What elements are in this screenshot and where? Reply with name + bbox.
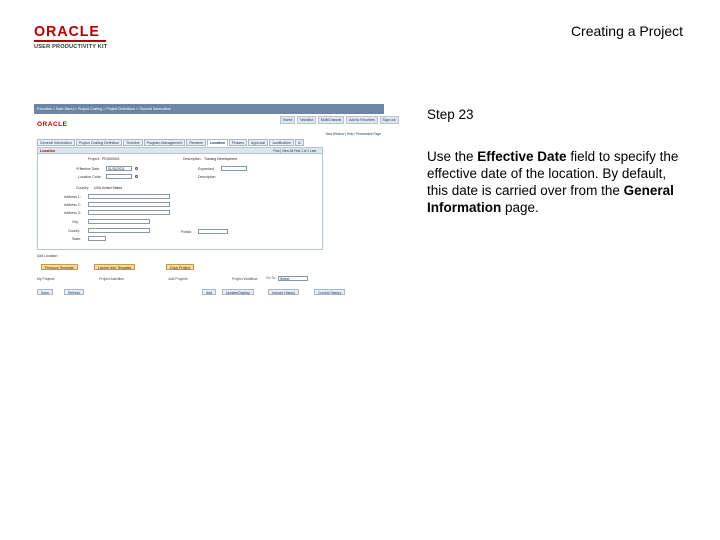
step-text-bold-effective-date: Effective Date [477, 149, 567, 164]
screenshot-tab-location-active: Location [206, 139, 228, 146]
screenshot-description-label: Description: [183, 157, 202, 161]
screenshot-tab: Project Costing Definition [75, 139, 123, 146]
screenshot-address2-label: Address 2: [64, 203, 81, 207]
screenshot-update-display-button: Update/Display [222, 289, 254, 295]
screenshot-address3-label: Address 3: [64, 211, 81, 215]
screenshot-link-favorites: Add to Favorites [346, 116, 378, 124]
screenshot-breadcrumb: Favorites > Main Menu > Project Costing … [37, 106, 172, 111]
screenshot-address1-field [88, 194, 170, 199]
screenshot-panel-nav: Find | View All First 1 of 1 Last [273, 149, 316, 153]
screenshot-previous-template-button: Previous Template [41, 264, 78, 270]
screenshot-panel-title: Location [40, 149, 55, 153]
screenshot-tab: Justification [269, 139, 294, 146]
step-text-part: Use the [427, 149, 478, 164]
screenshot-effective-date-value: 01/01/2011 [108, 167, 125, 171]
screenshot-save-button: Save [37, 289, 53, 295]
screenshot-project-label: Project: [88, 157, 100, 161]
screenshot-city-label: City: [72, 220, 79, 224]
screenshot-address3-field [88, 210, 170, 215]
screenshot-tab: Phases [228, 139, 247, 146]
screenshot-tab: Program Management [143, 139, 186, 146]
oracle-upk-logo: ORACLE USER PRODUCTIVITY KIT [34, 24, 124, 50]
screenshot-project-value: PRJ000001 [102, 157, 120, 161]
screenshot-tab: Timeline [123, 139, 143, 146]
screenshot-location-panel: Location Find | View All First 1 of 1 La… [37, 147, 323, 250]
screenshot-link-home: Home [280, 116, 296, 124]
screenshot-goto-select: Select [278, 276, 308, 281]
screenshot-tab: IC [294, 139, 305, 146]
screenshot-county-field [88, 228, 150, 233]
screenshot-footer-link: My Projects [37, 277, 55, 281]
screenshot-goto-value: Select [280, 277, 290, 281]
screenshot-add-button: Add [202, 289, 217, 295]
screenshot-tab: Rename [186, 139, 206, 146]
screenshot-top-links: Home Worklist MultiChannel Add to Favori… [280, 116, 399, 124]
screenshot-util-links: New Window | Help | Personalize Page [325, 132, 381, 136]
screenshot-expanded-field [221, 166, 247, 171]
screenshot-address2-field [88, 202, 170, 207]
oracle-wordmark: ORACLE [34, 23, 100, 40]
screenshot-tab: Approval [247, 139, 269, 146]
screenshot-description2-label: Description [198, 175, 216, 179]
logo-subtitle: USER PRODUCTIVITY KIT [34, 44, 108, 50]
screenshot-tabs: General Information Project Costing Defi… [37, 139, 305, 146]
screenshot-link-worklist: Worklist [297, 116, 316, 124]
calendar-icon [135, 167, 138, 170]
screenshot-footer-link: Project Workflow [232, 277, 258, 281]
screenshot-country-label: Country: [76, 186, 90, 190]
screenshot-expanded-label: Expanded [198, 167, 214, 171]
step-title: Step 23 [427, 107, 474, 122]
screenshot-postal-label: Postal: [181, 230, 192, 234]
screenshot-footer-link: Project Activities [99, 277, 124, 281]
screenshot-effective-date-label: *Effective Date: [76, 167, 101, 171]
screenshot-effective-date-field: 01/01/2011 [106, 166, 132, 171]
screenshot-header-bar: Favorites > Main Menu > Project Costing … [34, 104, 384, 114]
screenshot-launch-template-button: Launch Into Template [94, 264, 136, 270]
screenshot-goto-label: Go To: [266, 276, 276, 280]
screenshot-include-history-button: Include History [268, 289, 300, 295]
logo-divider [34, 40, 106, 42]
screenshot-logo: ORACLE [37, 121, 68, 128]
screenshot-address1-label: Address 1: [64, 195, 81, 199]
screenshot-footer-links: My Projects Project Activities Add Proje… [37, 277, 382, 281]
lookup-icon [135, 175, 138, 178]
screenshot-link-multichannel: MultiChannel [317, 116, 345, 124]
screenshot-country-value: USA United States [94, 186, 123, 190]
step-screenshot: Favorites > Main Menu > Project Costing … [34, 104, 399, 304]
step-instructions: Use the Effective Date field to specify … [427, 148, 689, 216]
screenshot-panel-header: Location Find | View All First 1 of 1 La… [38, 148, 322, 154]
screenshot-copy-project-button: Copy Project [166, 264, 195, 270]
screenshot-city-field [88, 219, 150, 224]
screenshot-county-label: County: [68, 229, 81, 233]
screenshot-link-signout: Sign out [379, 116, 399, 124]
screenshot-state-field [88, 236, 106, 241]
screenshot-location-code-field [106, 174, 132, 179]
screenshot-refresh-button: Refresh [64, 289, 85, 295]
screenshot-tab: General Information [37, 139, 75, 146]
screenshot-state-label: State: [72, 237, 82, 241]
screenshot-location-code-label: Location Code: [78, 175, 102, 179]
screenshot-add-location: Add Location [37, 254, 58, 258]
screenshot-postal-field [198, 229, 228, 234]
page-title: Creating a Project [570, 23, 683, 39]
screenshot-correct-history-button: Correct History [314, 289, 346, 295]
step-text-part: page. [501, 200, 539, 215]
screenshot-footer-link: Add Projects [168, 277, 188, 281]
screenshot-description-value: Training Development [204, 157, 238, 161]
